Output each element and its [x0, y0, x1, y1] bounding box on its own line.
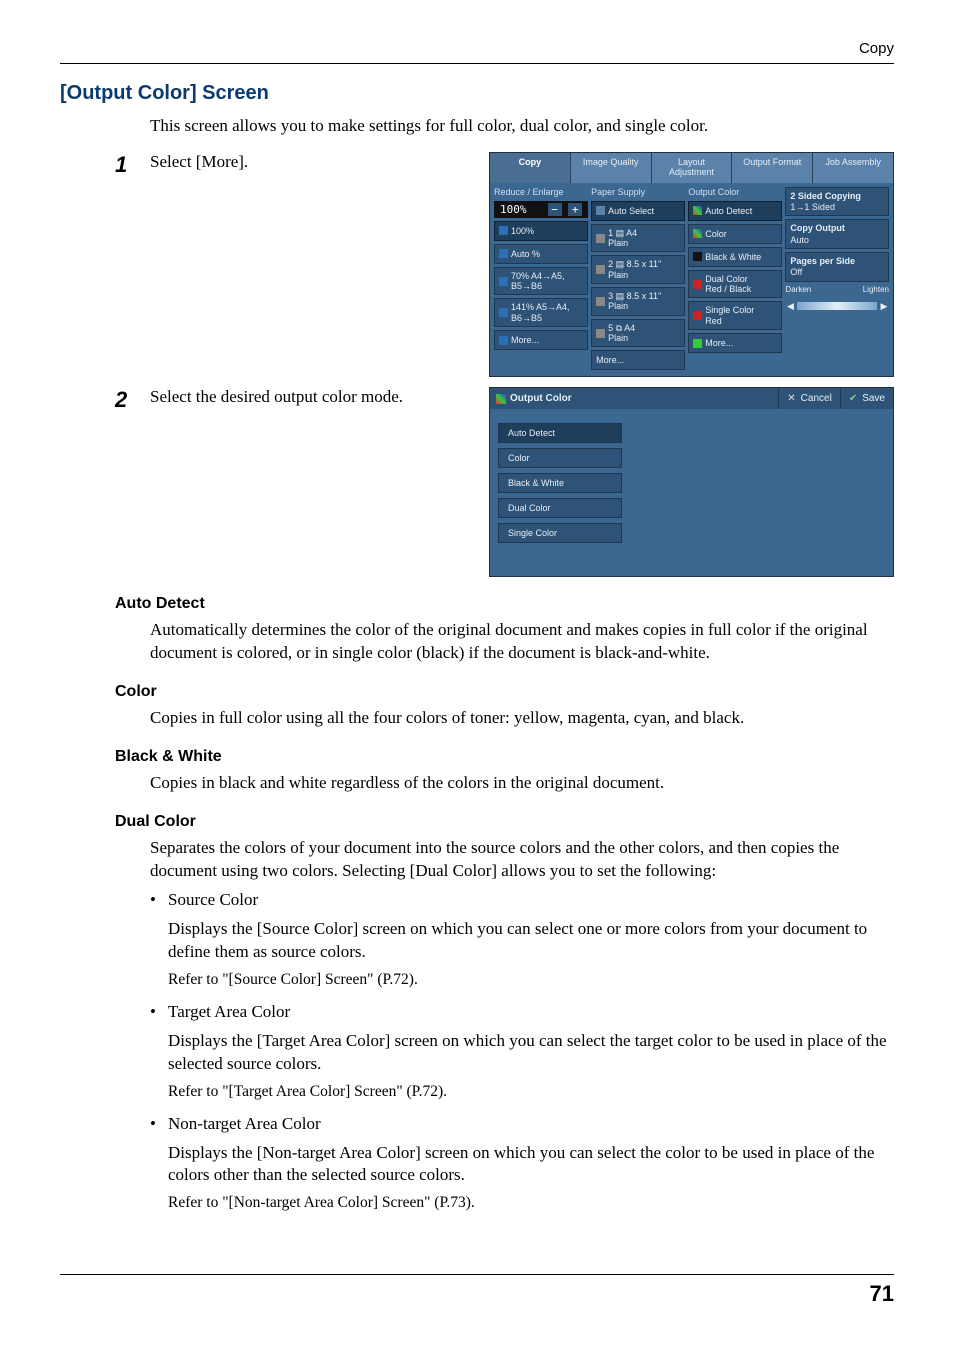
paper-opt-3[interactable]: 3 ▤ 8.5 x 11" Plain: [591, 287, 685, 316]
dialog-opt-bw[interactable]: Black & White: [498, 473, 622, 493]
reduce-opt-auto[interactable]: Auto %: [494, 244, 588, 264]
col-head-reduce: Reduce / Enlarge: [494, 187, 588, 197]
output-opt-auto[interactable]: Auto Detect: [688, 201, 782, 221]
save-button[interactable]: Save: [840, 388, 893, 409]
cancel-button[interactable]: Cancel: [778, 388, 840, 409]
slider-right-arrow[interactable]: ▶: [879, 301, 889, 311]
subhead-bw: Black & White: [115, 748, 894, 766]
desc-target-area-color: Displays the [Target Area Color] screen …: [168, 1030, 894, 1076]
paper-opt-5[interactable]: 5 ⧉ A4 Plain: [591, 319, 685, 348]
figure-copy-screen: Copy Image Quality Layout Adjustment Out…: [489, 152, 894, 378]
step-number-2: 2: [115, 387, 150, 413]
output-opt-dual[interactable]: Dual Color Red / Black: [688, 270, 782, 299]
step-1-row: 1 Select [More]. Copy Image Quality Layo…: [60, 152, 894, 378]
reduce-opt-141[interactable]: 141% A5→A4, B6→B5: [494, 298, 588, 327]
side-pages-per-side[interactable]: Pages per Side Off: [785, 252, 889, 282]
bullet-non-target-area-color: •Non-target Area Color: [150, 1113, 894, 1136]
ref-non-target-area-color: Refer to "[Non-target Area Color] Screen…: [168, 1193, 894, 1214]
body-bw: Copies in black and white regardless of …: [150, 772, 894, 795]
reduce-opt-more[interactable]: More...: [494, 330, 588, 350]
dialog-title-icon: [496, 394, 506, 404]
dialog-title: Output Color: [490, 388, 778, 409]
bullet-target-area-color: •Target Area Color: [150, 1001, 894, 1024]
output-opt-more[interactable]: More...: [688, 333, 782, 353]
paper-opt-more[interactable]: More...: [591, 350, 685, 370]
output-opt-color[interactable]: Color: [688, 224, 782, 244]
paper-opt-auto[interactable]: Auto Select: [591, 201, 685, 221]
zoom-plus[interactable]: +: [568, 203, 582, 216]
step-text-2: Select the desired output color mode.: [150, 387, 403, 407]
dialog-opt-single[interactable]: Single Color: [498, 523, 622, 543]
section-intro: This screen allows you to make settings …: [150, 115, 894, 138]
side-two-sided[interactable]: 2 Sided Copying 1→1 Sided: [785, 187, 889, 217]
step-text-1: Select [More].: [150, 152, 248, 172]
body-dual: Separates the colors of your document in…: [150, 837, 894, 883]
col-head-output: Output Color: [688, 187, 782, 197]
ref-target-area-color: Refer to "[Target Area Color] Screen" (P…: [168, 1082, 894, 1103]
desc-source-color: Displays the [Source Color] screen on wh…: [168, 918, 894, 964]
desc-non-target-area-color: Displays the [Non-target Area Color] scr…: [168, 1142, 894, 1188]
dialog-opt-color[interactable]: Color: [498, 448, 622, 468]
tab-layout-adjustment[interactable]: Layout Adjustment: [652, 153, 733, 183]
subhead-color: Color: [115, 683, 894, 701]
tab-copy[interactable]: Copy: [490, 153, 571, 183]
step-2-row: 2 Select the desired output color mode. …: [60, 387, 894, 577]
paper-opt-1[interactable]: 1 ▤ A4 Plain: [591, 224, 685, 253]
paper-opt-2[interactable]: 2 ▤ 8.5 x 11" Plain: [591, 255, 685, 284]
zoom-minus[interactable]: −: [548, 203, 562, 216]
running-header: Copy: [60, 40, 894, 57]
header-rule: [60, 63, 894, 64]
reduce-opt-100[interactable]: 100%: [494, 221, 588, 241]
side-copy-output[interactable]: Copy Output Auto: [785, 219, 889, 249]
darken-lighten-slider[interactable]: ◀ ▶: [785, 301, 889, 311]
subhead-auto-detect: Auto Detect: [115, 595, 894, 613]
ref-source-color: Refer to "[Source Color] Screen" (P.72).: [168, 970, 894, 991]
body-color: Copies in full color using all the four …: [150, 707, 894, 730]
reduce-opt-70[interactable]: 70% A4→A5, B5→B6: [494, 267, 588, 296]
dialog-opt-auto-detect[interactable]: Auto Detect: [498, 423, 622, 443]
section-title: [Output Color] Screen: [60, 82, 894, 105]
zoom-value-display: 100% − +: [494, 201, 588, 218]
footer-rule: [60, 1274, 894, 1275]
zoom-value: 100%: [500, 203, 527, 216]
dialog-opt-dual[interactable]: Dual Color: [498, 498, 622, 518]
darken-label: Darken: [785, 285, 811, 294]
slider-left-arrow[interactable]: ◀: [785, 301, 795, 311]
output-opt-single[interactable]: Single Color Red: [688, 301, 782, 330]
bullet-source-color: •Source Color: [150, 889, 894, 912]
tab-output-format[interactable]: Output Format: [732, 153, 813, 183]
col-head-paper: Paper Supply: [591, 187, 685, 197]
page-number: 71: [60, 1281, 894, 1307]
tab-job-assembly[interactable]: Job Assembly: [813, 153, 893, 183]
step-number-1: 1: [115, 152, 150, 178]
figure-output-color-dialog: Output Color Cancel Save Auto Detect Col…: [489, 387, 894, 577]
body-auto-detect: Automatically determines the color of th…: [150, 619, 894, 665]
tab-image-quality[interactable]: Image Quality: [571, 153, 652, 183]
subhead-dual: Dual Color: [115, 813, 894, 831]
lighten-label: Lighten: [863, 285, 889, 294]
output-opt-bw[interactable]: Black & White: [688, 247, 782, 267]
